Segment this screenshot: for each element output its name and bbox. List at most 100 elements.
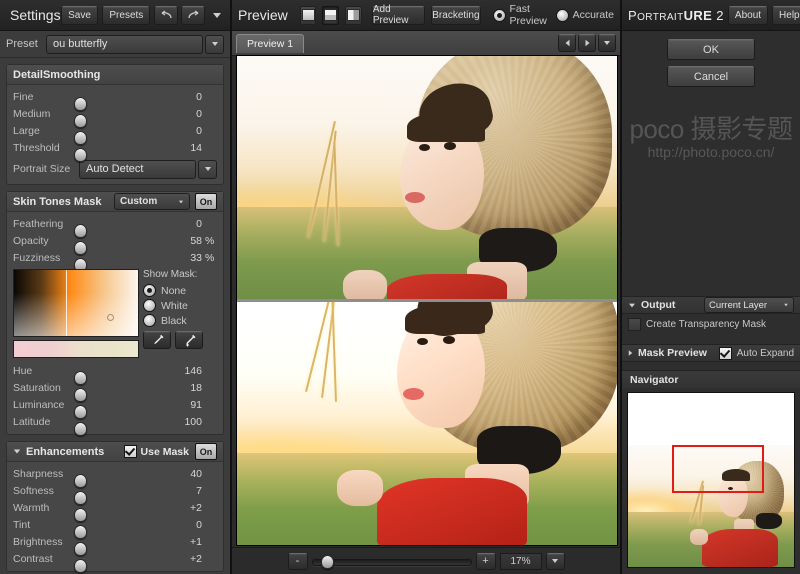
portraiture-plugin-window: Settings Save Presets Preset ou butterfl… [0,0,800,574]
slider-value: +1 [176,536,202,548]
preview-image-retouched[interactable] [237,302,617,545]
zoom-slider[interactable] [312,555,472,567]
prev-icon[interactable] [558,34,576,52]
preset-select[interactable]: ou butterfly [46,35,203,54]
tab-menu-icon[interactable] [598,34,616,52]
eyedropper-icon[interactable] [143,331,171,349]
portrait-size-row: Portrait Size Auto Detect [7,158,223,180]
output-layer-select[interactable]: Current Layer [704,297,794,313]
slider-label: Latitude [13,416,79,428]
detail-smoothing-group: DetailSmoothing Fine 0 Medium 0 [6,64,224,185]
zoom-out-button[interactable]: - [288,553,308,570]
preview-title: Preview [238,7,288,23]
skin-tones-on-toggle[interactable]: On [195,193,217,210]
preview-image-original[interactable] [237,56,617,299]
brand-small: ORTRAIT [637,12,684,23]
slider-label: Hue [13,365,79,377]
next-icon[interactable] [578,34,596,52]
preview-header: Preview Add Preview Bracketing Fast Prev… [232,0,620,31]
add-preview-button[interactable]: Add Preview [372,6,425,25]
show-mask-option-white[interactable]: White [143,298,217,313]
color-field-cursor [107,314,114,321]
navigator-crop-rect[interactable] [672,445,764,493]
slider-value: 7 [176,485,202,497]
create-transparency-mask-checkbox[interactable] [628,318,641,331]
zoom-level-value[interactable]: 17% [500,553,542,570]
preview-tab-1[interactable]: Preview 1 [236,34,304,53]
slider-label: Medium [13,108,79,120]
preview-tab-bar: Preview 1 [232,31,620,56]
chevron-down-icon[interactable] [546,553,565,570]
slider-row: Large 0 [7,122,223,139]
portrait-size-dropdown-arrow[interactable] [198,160,217,179]
bracketing-button[interactable]: Bracketing [431,6,480,25]
portrait-size-select[interactable]: Auto Detect [79,160,196,179]
slider-value: 14 [176,142,202,154]
single-view-icon[interactable] [300,6,317,25]
help-button[interactable]: Help [772,6,800,25]
quality-option-accurate[interactable]: Accurate [556,9,614,22]
preset-row: Preset ou butterfly [0,31,230,58]
output-layer-value: Current Layer [709,300,783,311]
show-mask-option-none[interactable]: None [143,283,217,298]
use-mask-checkbox[interactable] [124,445,137,458]
slider-value: 0 [176,519,202,531]
about-button[interactable]: About [728,6,768,25]
chevron-down-icon[interactable] [14,450,20,454]
skin-tones-mask-title: Skin Tones Mask [13,196,114,208]
create-transparency-mask-row[interactable]: Create Transparency Mask [622,315,800,333]
slider-row: Medium 0 [7,105,223,122]
skin-tones-mode-select[interactable]: Custom [114,193,190,210]
preview-viewport[interactable] [236,55,618,546]
slider-value: 33 [176,252,202,264]
slider-row: Saturation 18 [7,379,223,396]
slider-row: Hue 146 [7,362,223,379]
vertical-split-view-icon[interactable] [345,6,362,25]
chevron-right-icon[interactable] [629,350,633,356]
slider-label: Luminance [13,399,79,411]
watermark-line-2: http://photo.poco.cn/ [622,142,800,162]
enhancements-group: Enhancements Use Mask On Sharpness 40 So… [6,441,224,572]
slider-row: Fuzziness 33 % [7,249,223,266]
eyedropper-add-icon[interactable] [175,331,203,349]
show-mask-label: Black [161,315,187,327]
cancel-button[interactable]: Cancel [667,66,755,87]
color-field-selection [66,270,139,336]
show-mask-label: White [161,300,188,312]
slider-value: 18 [176,382,202,394]
presets-button[interactable]: Presets [102,6,150,25]
skin-tone-swatch-strip[interactable] [13,340,139,358]
zoom-in-button[interactable]: + [476,553,496,570]
slider-value: 0 [176,218,202,230]
skin-tone-color-field[interactable] [13,269,139,337]
navigator-title: Navigator [622,370,800,388]
portrait-size-value: Auto Detect [86,163,143,175]
slider-row: Feathering 0 [7,215,223,232]
auto-expand-checkbox[interactable] [719,347,732,360]
chevron-down-icon[interactable] [629,303,635,307]
chevron-down-icon[interactable] [208,13,226,18]
save-button[interactable]: Save [61,6,99,25]
brand-version: 2 [716,8,724,23]
enhancements-on-toggle[interactable]: On [195,443,217,460]
slider-value: 0 [176,125,202,137]
quality-option-fast[interactable]: Fast Preview [493,3,550,27]
slider-row: Sharpness 40 [7,465,223,482]
slider-unit: % [202,235,217,247]
ok-button[interactable]: OK [667,39,755,60]
slider-row: Threshold 14 [7,139,223,156]
undo-icon[interactable] [154,6,178,25]
radio-icon [556,9,569,22]
preset-dropdown-arrow[interactable] [205,35,224,54]
slider-label: Warmth [13,502,79,514]
create-transparency-mask-label: Create Transparency Mask [646,319,766,330]
show-mask-option-black[interactable]: Black [143,313,217,328]
slider-row: Luminance 91 [7,396,223,413]
navigator-thumbnail[interactable] [627,392,795,568]
radio-icon [493,9,506,22]
redo-icon[interactable] [181,6,205,25]
slider-label: Sharpness [13,468,79,480]
product-logo: PORTRAITURE 2 [628,8,724,23]
mask-preview-section-header: Mask Preview Auto Expand [622,344,800,362]
horizontal-split-view-icon[interactable] [322,6,339,25]
